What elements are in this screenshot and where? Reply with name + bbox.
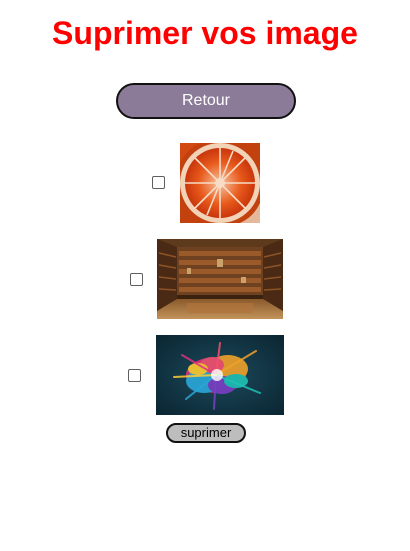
page: Suprimer vos image Retour suprimer [0, 0, 410, 551]
image-checkbox-1[interactable] [152, 176, 165, 189]
page-title: Suprimer vos image [52, 15, 358, 51]
library-image [157, 239, 283, 319]
delete-button[interactable]: suprimer [166, 423, 246, 443]
back-button[interactable]: Retour [116, 83, 296, 119]
orange-image [180, 143, 260, 223]
image-checkbox-3[interactable] [128, 369, 141, 382]
image-checkbox-2[interactable] [130, 273, 143, 286]
color-explosion-image [156, 335, 284, 415]
